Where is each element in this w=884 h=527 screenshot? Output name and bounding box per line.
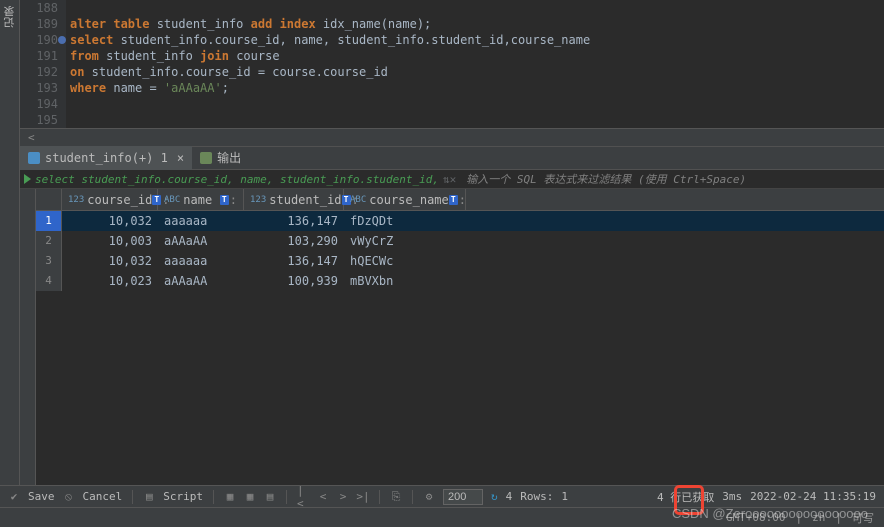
cell-course_id[interactable]: 10,003 — [62, 231, 158, 251]
grid-icon[interactable]: ▦ — [244, 491, 256, 503]
sidebar-label[interactable]: 记录 — [0, 0, 20, 34]
cell-course_id[interactable]: 10,032 — [62, 211, 158, 231]
code-line[interactable]: 194 — [20, 96, 884, 112]
table-row[interactable]: 110,032aaaaaa136,147fDzQDt — [36, 211, 884, 231]
cell-course_name[interactable]: mBVXbn — [344, 271, 466, 291]
exec-time: 3ms — [722, 490, 742, 503]
script-button[interactable]: Script — [163, 490, 203, 503]
last-page-icon[interactable]: >| — [357, 491, 369, 503]
cell-course_name[interactable]: hQECWc — [344, 251, 466, 271]
row-number[interactable]: 3 — [36, 251, 62, 271]
cell-name[interactable]: aaaaaa — [158, 211, 244, 231]
cell-student_id[interactable]: 100,939 — [244, 271, 344, 291]
annotation-box — [674, 485, 704, 515]
prev-page-icon[interactable]: < — [317, 491, 329, 503]
encoding: zh — [812, 511, 825, 524]
rows-label: Rows: — [520, 490, 553, 503]
column-header-name[interactable]: ABCnameT: — [158, 189, 244, 210]
cell-course_id[interactable]: 10,023 — [62, 271, 158, 291]
edit-icon[interactable]: ▦ — [224, 491, 236, 503]
text-icon[interactable]: ▤ — [264, 491, 276, 503]
output-icon — [200, 152, 212, 164]
save-icon[interactable]: ✔ — [8, 491, 20, 503]
next-page-icon[interactable]: > — [337, 491, 349, 503]
results-grid[interactable]: 123course_idT:ABCnameT:123student_idT:AB… — [36, 189, 884, 485]
left-sidebar: 记录 — [0, 0, 20, 485]
cancel-button[interactable]: Cancel — [83, 490, 123, 503]
rows-fetched: 4 — [506, 490, 513, 503]
rows-number: 1 — [561, 490, 568, 503]
row-number[interactable]: 2 — [36, 231, 62, 251]
cell-name[interactable]: aAAaAA — [158, 271, 244, 291]
code-line[interactable]: 189alter table student_info add index id… — [20, 16, 884, 32]
query-bar: select student_info.course_id, name, stu… — [20, 170, 884, 190]
filter-input[interactable]: 输入一个 SQL 表达式来过滤结果 (使用 Ctrl+Space) — [460, 171, 746, 187]
table-row[interactable]: 210,003aAAaAA103,290vWyCrZ — [36, 231, 884, 251]
refresh-icon[interactable]: ↻ — [491, 490, 498, 503]
first-page-icon[interactable]: |< — [297, 491, 309, 503]
export-icon[interactable]: ⎘ — [390, 491, 402, 503]
code-line[interactable]: 191from student_info join course — [20, 48, 884, 64]
code-line[interactable]: 193where name = 'aAAaAA'; — [20, 80, 884, 96]
page-size-input[interactable] — [443, 489, 483, 505]
column-header-course_id[interactable]: 123course_idT: — [62, 189, 158, 210]
cell-name[interactable]: aAAaAA — [158, 231, 244, 251]
close-icon[interactable]: × — [177, 151, 184, 165]
save-button[interactable]: Save — [28, 490, 55, 503]
executed-query: select student_info.course_id, name, stu… — [35, 173, 439, 186]
code-line[interactable]: 190select student_info.course_id, name, … — [20, 32, 884, 48]
table-row[interactable]: 310,032aaaaaa136,147hQECWc — [36, 251, 884, 271]
settings-icon[interactable]: ⚙ — [423, 491, 435, 503]
row-number[interactable]: 4 — [36, 271, 62, 291]
filter-icon[interactable]: ⇅✕ — [443, 173, 456, 186]
grid-icon — [28, 152, 40, 164]
tab-output[interactable]: 输出 — [192, 146, 249, 170]
cell-student_id[interactable]: 136,147 — [244, 211, 344, 231]
table-row[interactable]: 410,023aAAaAA100,939mBVXbn — [36, 271, 884, 291]
breakpoint-icon[interactable] — [58, 36, 66, 44]
script-icon[interactable]: ▤ — [143, 491, 155, 503]
cell-course_name[interactable]: vWyCrZ — [344, 231, 466, 251]
result-tabs: student_info(+) 1 × 输出 — [20, 146, 884, 170]
bottom-statusbar: GMT+08:00 | zh | 可写 — [0, 507, 884, 527]
cell-course_id[interactable]: 10,032 — [62, 251, 158, 271]
cell-name[interactable]: aaaaaa — [158, 251, 244, 271]
cell-student_id[interactable]: 103,290 — [244, 231, 344, 251]
grid-statusbar: ✔ Save ⦸ Cancel ▤ Script ▦ ▦ ▤ |< < > >|… — [0, 485, 884, 507]
row-number[interactable]: 1 — [36, 211, 62, 231]
column-header-course_name[interactable]: ABCcourse_nameT: — [344, 189, 466, 210]
play-icon[interactable] — [24, 174, 31, 184]
timezone: GMT+08:00 — [726, 511, 786, 524]
cell-student_id[interactable]: 136,147 — [244, 251, 344, 271]
code-line[interactable]: 188 — [20, 0, 884, 16]
results-panel: 123course_idT:ABCnameT:123student_idT:AB… — [20, 189, 884, 485]
cell-course_name[interactable]: fDzQDt — [344, 211, 466, 231]
tab-label: 输出 — [217, 149, 241, 166]
cancel-icon[interactable]: ⦸ — [63, 491, 75, 503]
readwrite-mode: 可写 — [852, 510, 874, 526]
code-line[interactable]: 195 — [20, 112, 884, 128]
results-gutter — [20, 189, 36, 485]
tab-label: student_info(+) 1 — [45, 151, 168, 165]
sql-editor[interactable]: 188189alter table student_info add index… — [20, 0, 884, 128]
column-header-student_id[interactable]: 123student_idT: — [244, 189, 344, 210]
tab-student-info[interactable]: student_info(+) 1 × — [20, 146, 192, 170]
editor-hscroll[interactable]: < — [20, 128, 884, 146]
exec-timestamp: 2022-02-24 11:35:19 — [750, 490, 876, 503]
row-num-header[interactable] — [36, 189, 62, 210]
grid-header: 123course_idT:ABCnameT:123student_idT:AB… — [36, 189, 884, 211]
code-line[interactable]: 192on student_info.course_id = course.co… — [20, 64, 884, 80]
